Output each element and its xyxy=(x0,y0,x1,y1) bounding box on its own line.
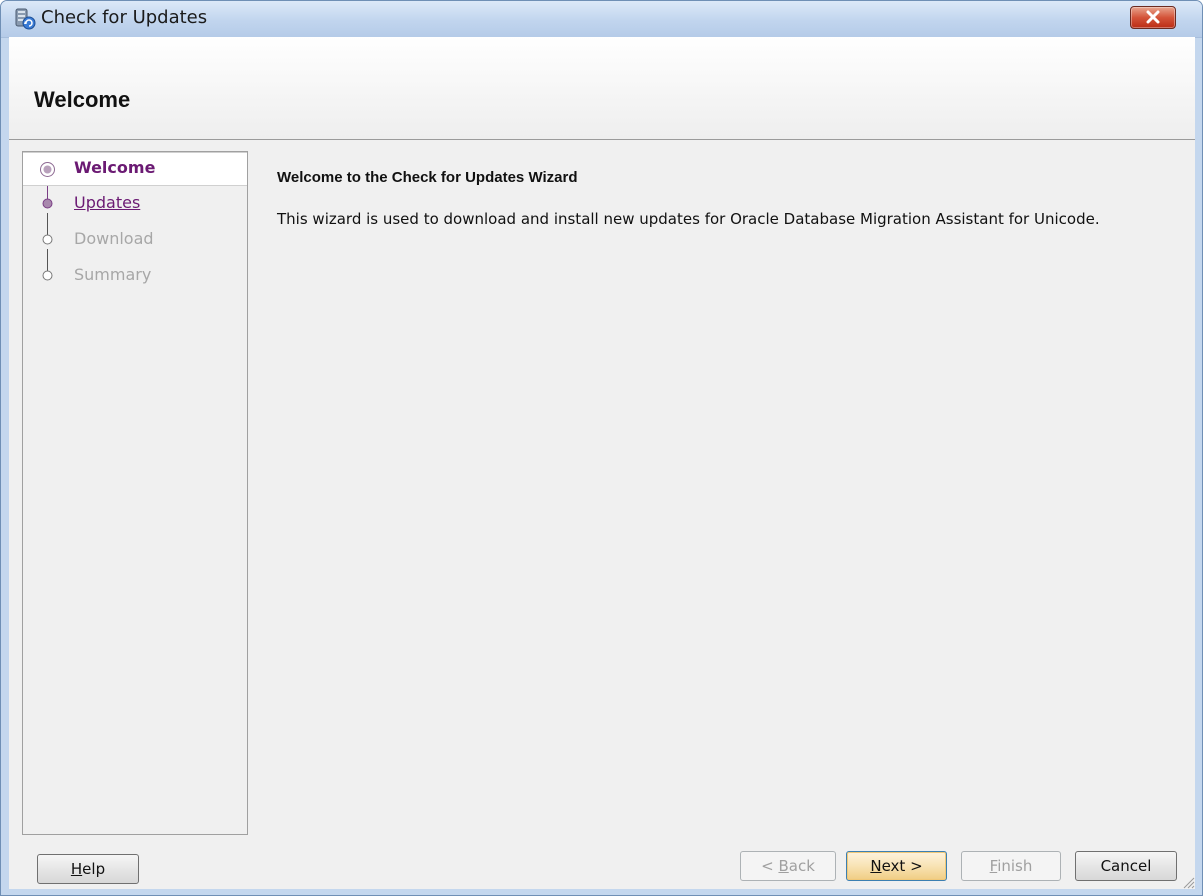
cancel-label: Cancel xyxy=(1100,857,1152,875)
back-label-rest: ack xyxy=(788,857,815,875)
nav-step-updates[interactable]: Updates xyxy=(23,188,247,220)
back-label-prefix: < xyxy=(761,857,779,875)
help-label-rest: elp xyxy=(82,860,106,878)
page-title: Welcome xyxy=(34,87,131,112)
resize-grip-icon[interactable] xyxy=(1181,875,1195,889)
next-button[interactable]: Next > xyxy=(846,851,947,881)
next-mnemonic: N xyxy=(870,857,882,875)
help-mnemonic: H xyxy=(70,860,83,878)
database-update-icon xyxy=(14,8,36,30)
dialog-client-area: Welcome Welcome Updates Download Summary… xyxy=(9,37,1195,889)
window-title: Check for Updates xyxy=(41,7,208,28)
finish-label-rest: inish xyxy=(997,857,1033,875)
wizard-steps-nav: Welcome Updates Download Summary xyxy=(22,151,248,835)
wizard-description: This wizard is used to download and inst… xyxy=(277,210,1100,228)
nav-step-label: Download xyxy=(74,229,154,248)
check-for-updates-window: Check for Updates Welcome Welcome Update… xyxy=(0,0,1203,896)
nav-step-label: Welcome xyxy=(74,158,156,177)
close-icon xyxy=(1146,10,1160,24)
wizard-heading: Welcome to the Check for Updates Wizard xyxy=(277,169,578,186)
title-bar[interactable]: Check for Updates xyxy=(1,1,1202,38)
nav-step-download: Download xyxy=(23,224,247,256)
nav-step-welcome[interactable]: Welcome xyxy=(23,152,247,186)
current-step-icon xyxy=(40,162,55,177)
step-node-icon xyxy=(42,234,53,245)
finish-button[interactable]: Finish xyxy=(961,851,1061,881)
next-label-rest: ext > xyxy=(881,857,923,875)
step-node-icon xyxy=(42,270,53,281)
back-button[interactable]: < Back xyxy=(740,851,836,881)
nav-step-label: Updates xyxy=(74,193,141,212)
step-node-icon xyxy=(42,198,53,209)
help-button[interactable]: Help xyxy=(37,854,139,884)
back-mnemonic: B xyxy=(778,857,789,875)
close-button[interactable] xyxy=(1130,6,1176,29)
nav-step-label: Summary xyxy=(74,265,152,284)
page-header: Welcome xyxy=(9,37,1195,140)
wizard-content-panel: Welcome to the Check for Updates Wizard … xyxy=(247,151,1195,833)
cancel-button[interactable]: Cancel xyxy=(1075,851,1177,881)
nav-step-summary: Summary xyxy=(23,260,247,292)
